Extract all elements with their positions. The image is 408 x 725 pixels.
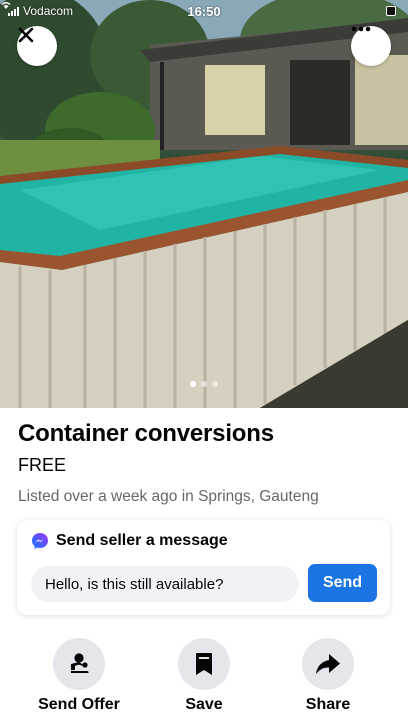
- send-offer-button[interactable]: Send Offer: [24, 638, 134, 714]
- close-button[interactable]: [17, 26, 57, 66]
- share-label: Share: [305, 696, 351, 713]
- save-label: Save: [185, 696, 223, 713]
- share-arrow-icon: [316, 654, 340, 674]
- carrier-info: Vodacom: [1, 2, 74, 18]
- message-card-header: Send seller a message: [31, 532, 228, 550]
- more-options-button[interactable]: [351, 26, 391, 66]
- message-input[interactable]: [31, 566, 299, 602]
- share-circle[interactable]: [302, 638, 354, 690]
- carousel-dot[interactable]: [190, 381, 196, 387]
- save-button[interactable]: Save: [149, 638, 259, 714]
- battery-icon: [386, 6, 396, 16]
- message-seller-card: Send seller a message Send: [17, 520, 390, 615]
- message-card-title: Send seller a message: [56, 532, 228, 549]
- pool-image: [0, 0, 408, 408]
- listing-title: Container conversions: [18, 420, 274, 447]
- send-button[interactable]: Send: [308, 564, 377, 602]
- listing-meta[interactable]: Listed over a week ago in Springs, Gaute…: [18, 488, 319, 506]
- carousel-dot[interactable]: [201, 381, 207, 387]
- carousel-dot[interactable]: [212, 381, 218, 387]
- wifi-icon: [1, 2, 11, 9]
- more-horizontal-icon: [351, 26, 371, 32]
- status-bar: Vodacom 16:50: [0, 0, 408, 22]
- listing-photo[interactable]: Vodacom 16:50: [0, 0, 408, 408]
- send-offer-circle[interactable]: [53, 638, 105, 690]
- send-offer-label: Send Offer: [38, 696, 120, 713]
- messenger-icon: [32, 533, 48, 549]
- share-button[interactable]: Share: [273, 638, 383, 714]
- save-circle[interactable]: [178, 638, 230, 690]
- carrier-name: Vodacom: [23, 4, 74, 18]
- listing-price: FREE: [18, 455, 67, 475]
- close-icon: [18, 27, 34, 43]
- carousel-indicator: [0, 381, 408, 387]
- bookmark-icon: [196, 653, 212, 675]
- person-offer-icon: [71, 653, 89, 673]
